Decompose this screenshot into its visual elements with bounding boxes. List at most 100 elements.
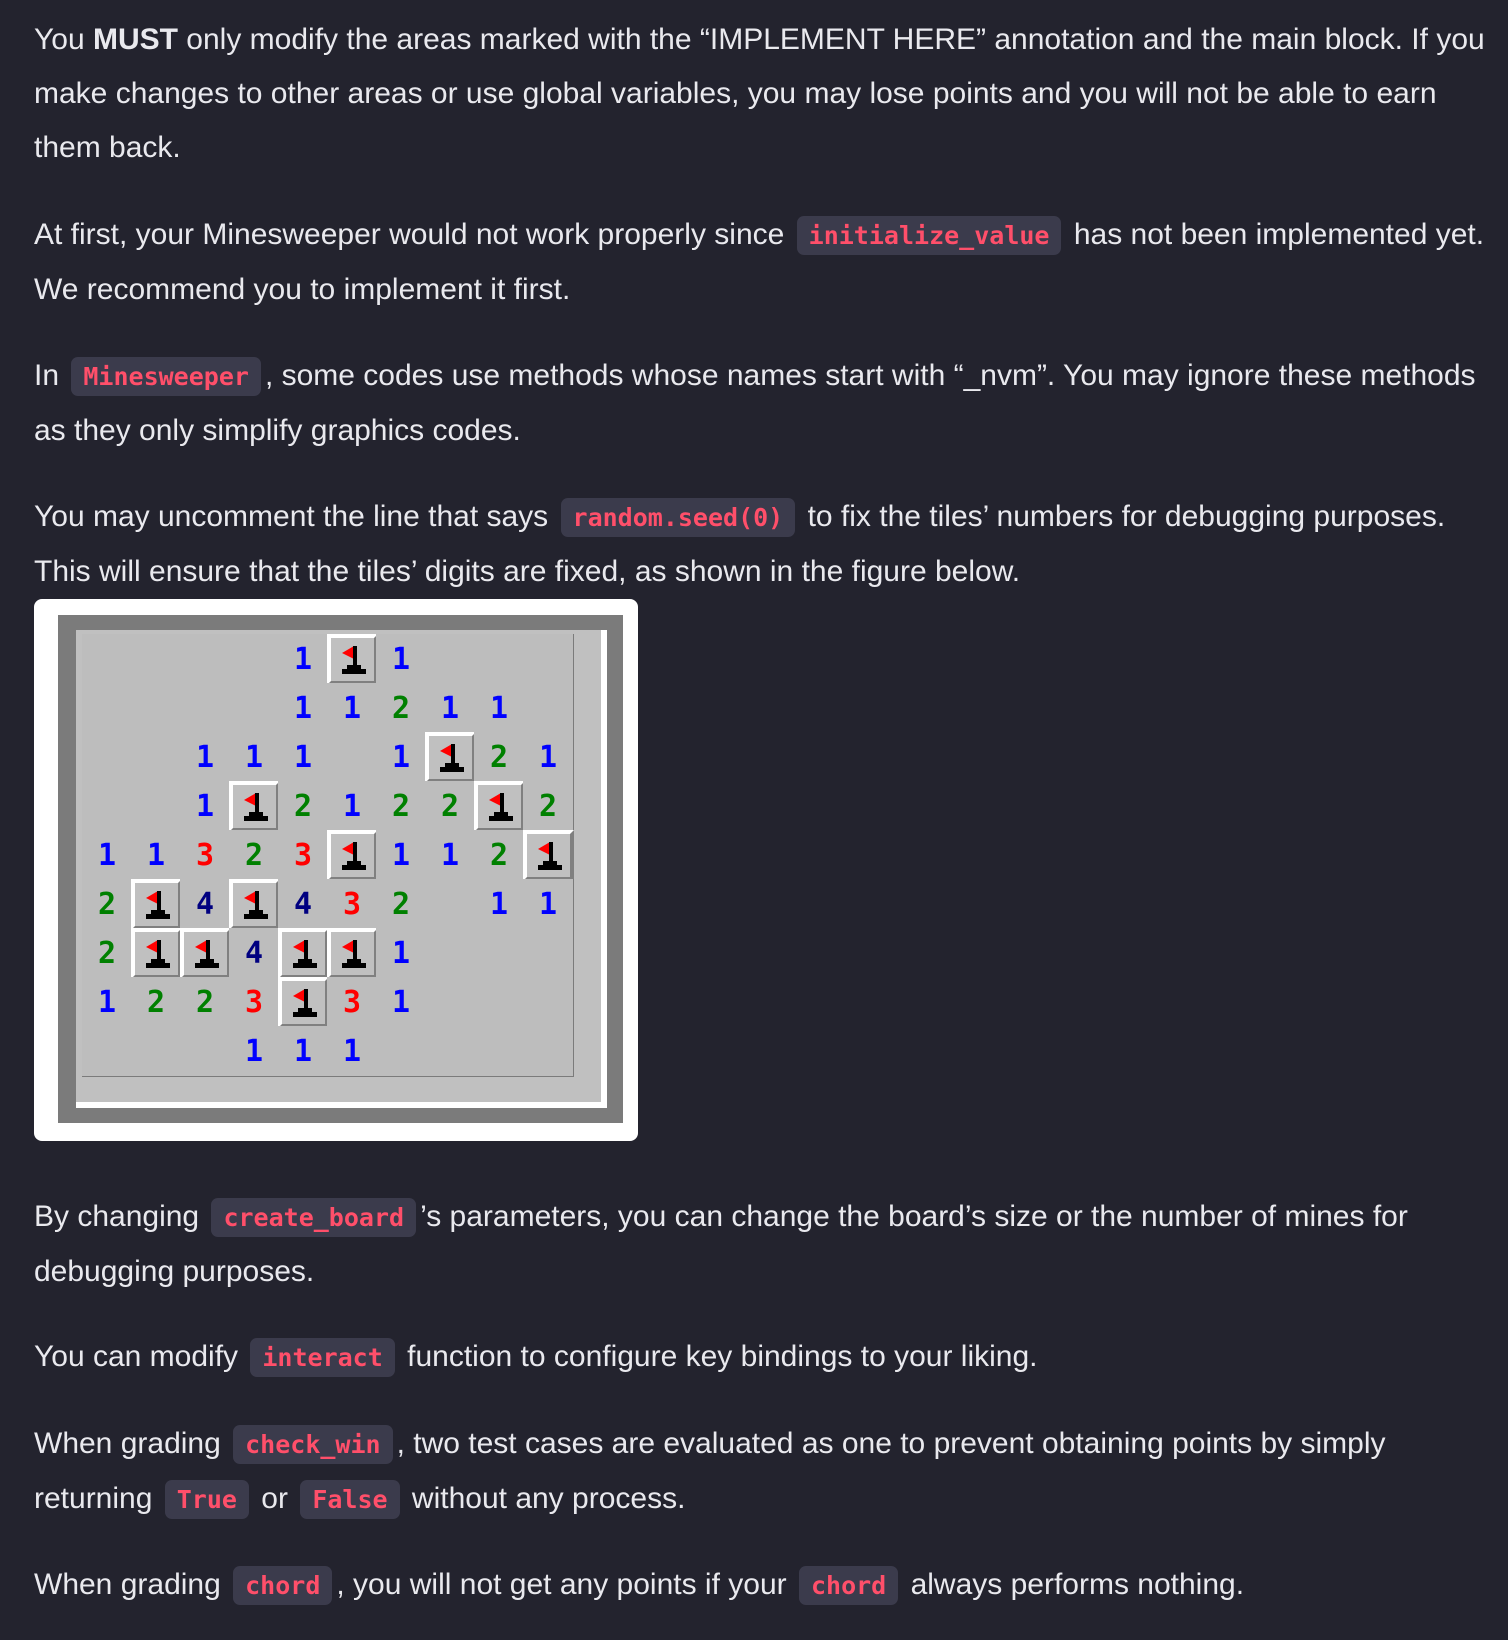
text-run: You can modify <box>34 1340 247 1373</box>
number-tile: 2 <box>82 928 133 979</box>
number-tile: 1 <box>523 732 574 783</box>
minesweeper-figure: 1111211111121121222113231122443211241122… <box>34 599 638 1141</box>
number-tile: 1 <box>278 732 329 783</box>
number-tile: 2 <box>474 830 525 881</box>
text-run: always performs nothing. <box>902 1568 1245 1601</box>
empty-tile <box>131 683 182 734</box>
paragraph-must-modify: You MUST only modify the areas marked wi… <box>34 13 1494 175</box>
flag-icon <box>439 743 464 772</box>
inline-code: chord <box>233 1566 333 1605</box>
number-tile: 4 <box>229 928 280 979</box>
number-tile: 2 <box>474 732 525 783</box>
flagged-tile <box>523 830 574 881</box>
number-tile: 3 <box>327 879 378 930</box>
number-tile: 2 <box>131 977 182 1028</box>
text-run: You <box>34 23 93 56</box>
number-tile: 1 <box>376 830 427 881</box>
empty-tile <box>425 634 476 685</box>
empty-tile <box>474 634 525 685</box>
inline-code: interact <box>250 1338 395 1377</box>
empty-tile <box>82 634 133 685</box>
number-tile: 1 <box>376 732 427 783</box>
empty-tile <box>523 1026 574 1077</box>
number-tile: 1 <box>278 683 329 734</box>
number-tile: 1 <box>327 1026 378 1077</box>
empty-tile <box>82 1026 133 1077</box>
text-run: only modify the areas marked with the “I… <box>34 23 1485 164</box>
flag-icon <box>488 792 513 821</box>
number-tile: 1 <box>229 732 280 783</box>
empty-tile <box>523 683 574 734</box>
number-tile: 2 <box>278 781 329 832</box>
paragraph-interact: You can modify interact function to conf… <box>34 1330 1494 1385</box>
inline-code: check_win <box>233 1425 393 1464</box>
flagged-tile <box>327 830 378 881</box>
flag-icon <box>537 841 562 870</box>
flag-icon <box>145 939 170 968</box>
flagged-tile <box>131 928 182 979</box>
number-tile: 3 <box>229 977 280 1028</box>
empty-tile <box>523 928 574 979</box>
empty-tile <box>131 1026 182 1077</box>
inline-code: chord <box>798 1566 899 1605</box>
number-tile: 3 <box>278 830 329 881</box>
paragraph-check-win: When grading check_win, two test cases a… <box>34 1417 1494 1527</box>
number-tile: 2 <box>376 683 427 734</box>
number-tile: 2 <box>180 977 231 1028</box>
text-run: or <box>252 1482 297 1515</box>
text-run: You may uncomment the line that says <box>34 500 557 533</box>
number-tile: 2 <box>376 879 427 930</box>
text-run: When grading <box>34 1568 230 1601</box>
number-tile: 1 <box>523 879 574 930</box>
flagged-tile <box>425 732 476 783</box>
minesweeper-board-frame: 1111211111121121222113231122443211241122… <box>58 615 623 1123</box>
empty-tile <box>180 1026 231 1077</box>
empty-tile <box>376 1026 427 1077</box>
flag-icon <box>341 939 366 968</box>
empty-tile <box>229 634 280 685</box>
number-tile: 1 <box>376 977 427 1028</box>
number-tile: 1 <box>327 683 378 734</box>
paragraph-chord: When grading chord, you will not get any… <box>34 1558 1494 1613</box>
flag-icon <box>292 988 317 1017</box>
number-tile: 1 <box>425 683 476 734</box>
number-tile: 1 <box>82 830 133 881</box>
text-run: function to configure key bindings to yo… <box>398 1340 1038 1373</box>
flagged-tile <box>474 781 525 832</box>
flag-icon <box>341 841 366 870</box>
flagged-tile <box>229 879 280 930</box>
empty-tile <box>523 634 574 685</box>
flagged-tile <box>327 928 378 979</box>
empty-tile <box>425 1026 476 1077</box>
empty-tile <box>327 732 378 783</box>
number-tile: 2 <box>523 781 574 832</box>
empty-tile <box>180 683 231 734</box>
number-tile: 1 <box>278 634 329 685</box>
flagged-tile <box>278 977 329 1028</box>
paragraph-initialize-value: At first, your Minesweeper would not wor… <box>34 208 1494 317</box>
minesweeper-board: 1111211111121121222113231122443211241122… <box>76 630 607 1108</box>
flag-icon <box>243 792 268 821</box>
empty-tile <box>425 977 476 1028</box>
text-run: When grading <box>34 1427 230 1460</box>
text-run: without any process. <box>403 1482 686 1515</box>
empty-tile <box>425 928 476 979</box>
flag-icon <box>145 890 170 919</box>
text-run: By changing <box>34 1200 208 1233</box>
empty-tile <box>82 683 133 734</box>
number-tile: 2 <box>82 879 133 930</box>
empty-tile <box>474 928 525 979</box>
paragraph-random-seed: You may uncomment the line that says ran… <box>34 490 1494 599</box>
empty-tile <box>474 977 525 1028</box>
empty-tile <box>82 781 133 832</box>
empty-tile <box>523 977 574 1028</box>
empty-tile <box>131 781 182 832</box>
flagged-tile <box>327 634 378 685</box>
number-tile: 1 <box>131 830 182 881</box>
inline-code: random.seed(0) <box>560 498 796 537</box>
paragraph-minesweeper-nvm: In Minesweeper, some codes use methods w… <box>34 349 1494 458</box>
empty-tile <box>180 634 231 685</box>
number-tile: 1 <box>376 928 427 979</box>
text-run: In <box>34 359 68 392</box>
flagged-tile <box>278 928 329 979</box>
